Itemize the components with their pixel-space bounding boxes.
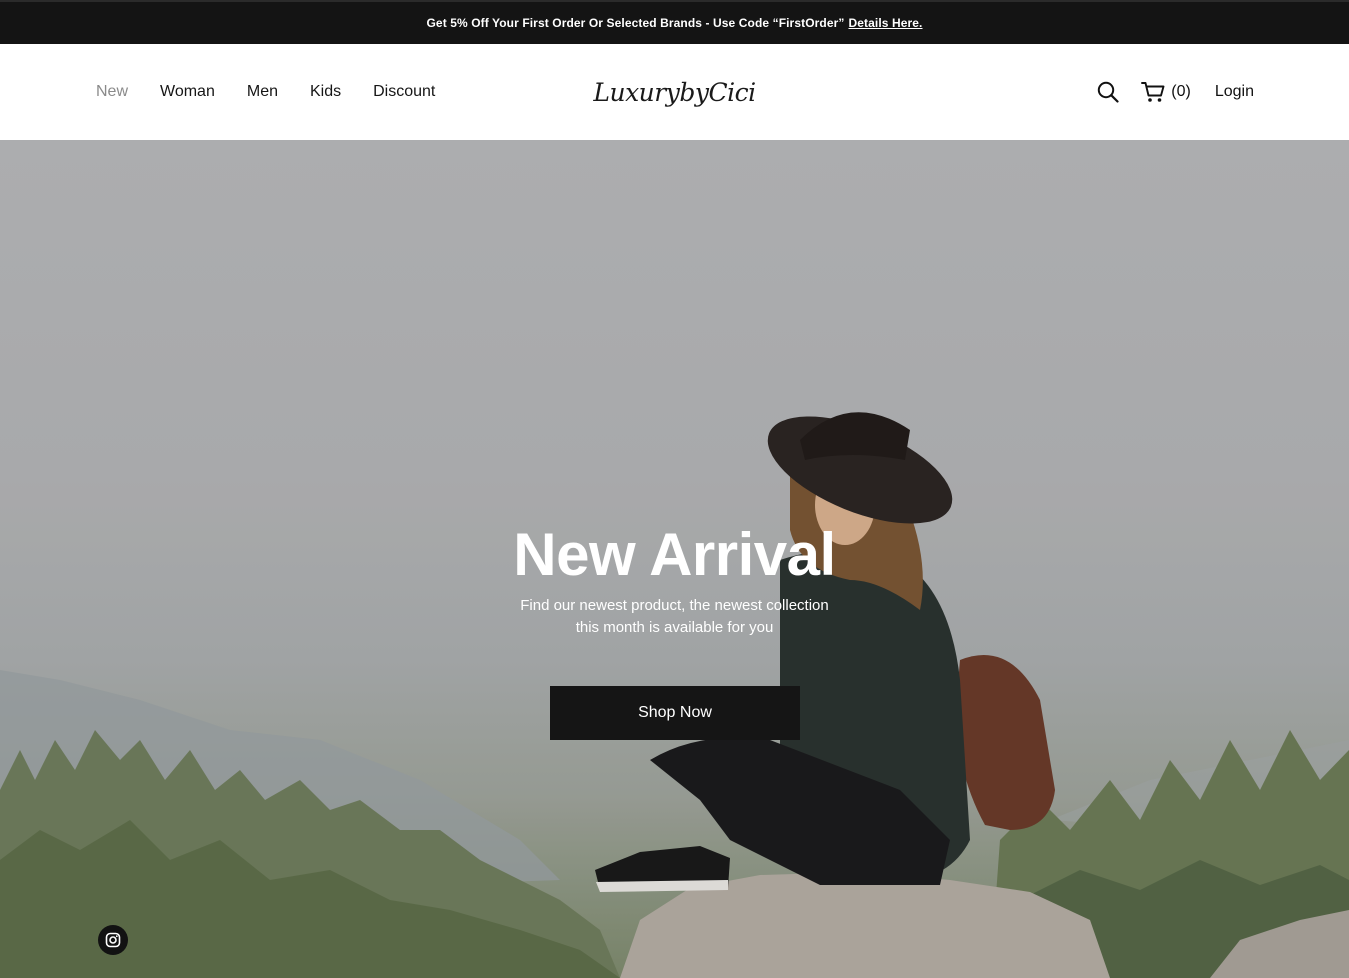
header-actions: (0) Login (1097, 44, 1254, 140)
cart-button[interactable]: (0) (1141, 81, 1191, 103)
nav-item-men[interactable]: Men (247, 83, 278, 101)
site-header: New Woman Men Kids Discount LuxurybyCici… (0, 44, 1349, 140)
promo-text: Get 5% Off Your First Order Or Selected … (426, 16, 845, 30)
nav-item-woman[interactable]: Woman (160, 83, 215, 101)
brand-logo[interactable]: LuxurybyCici (593, 78, 756, 107)
main-nav: New Woman Men Kids Discount (96, 44, 467, 140)
hero-subtitle: Find our newest product, the newest coll… (0, 595, 1349, 639)
promo-bar: Get 5% Off Your First Order Or Selected … (0, 0, 1349, 44)
hero-banner: New Arrival Find our newest product, the… (0, 140, 1349, 978)
cart-count: (0) (1171, 83, 1191, 100)
nav-item-discount[interactable]: Discount (373, 83, 435, 101)
hero-subtitle-line-1: Find our newest product, the newest coll… (520, 597, 829, 614)
hero-subtitle-line-2: this month is available for you (575, 619, 774, 636)
search-icon[interactable] (1097, 81, 1119, 103)
promo-details-link[interactable]: Details Here. (848, 16, 922, 30)
nav-item-new[interactable]: New (96, 83, 128, 101)
cart-icon (1141, 81, 1165, 103)
nav-item-kids[interactable]: Kids (310, 83, 341, 101)
login-link[interactable]: Login (1215, 83, 1254, 101)
hero-content: New Arrival Find our newest product, the… (0, 525, 1349, 639)
shop-now-button[interactable]: Shop Now (550, 686, 800, 740)
instagram-icon[interactable] (98, 925, 128, 955)
hero-title: New Arrival (513, 521, 836, 588)
